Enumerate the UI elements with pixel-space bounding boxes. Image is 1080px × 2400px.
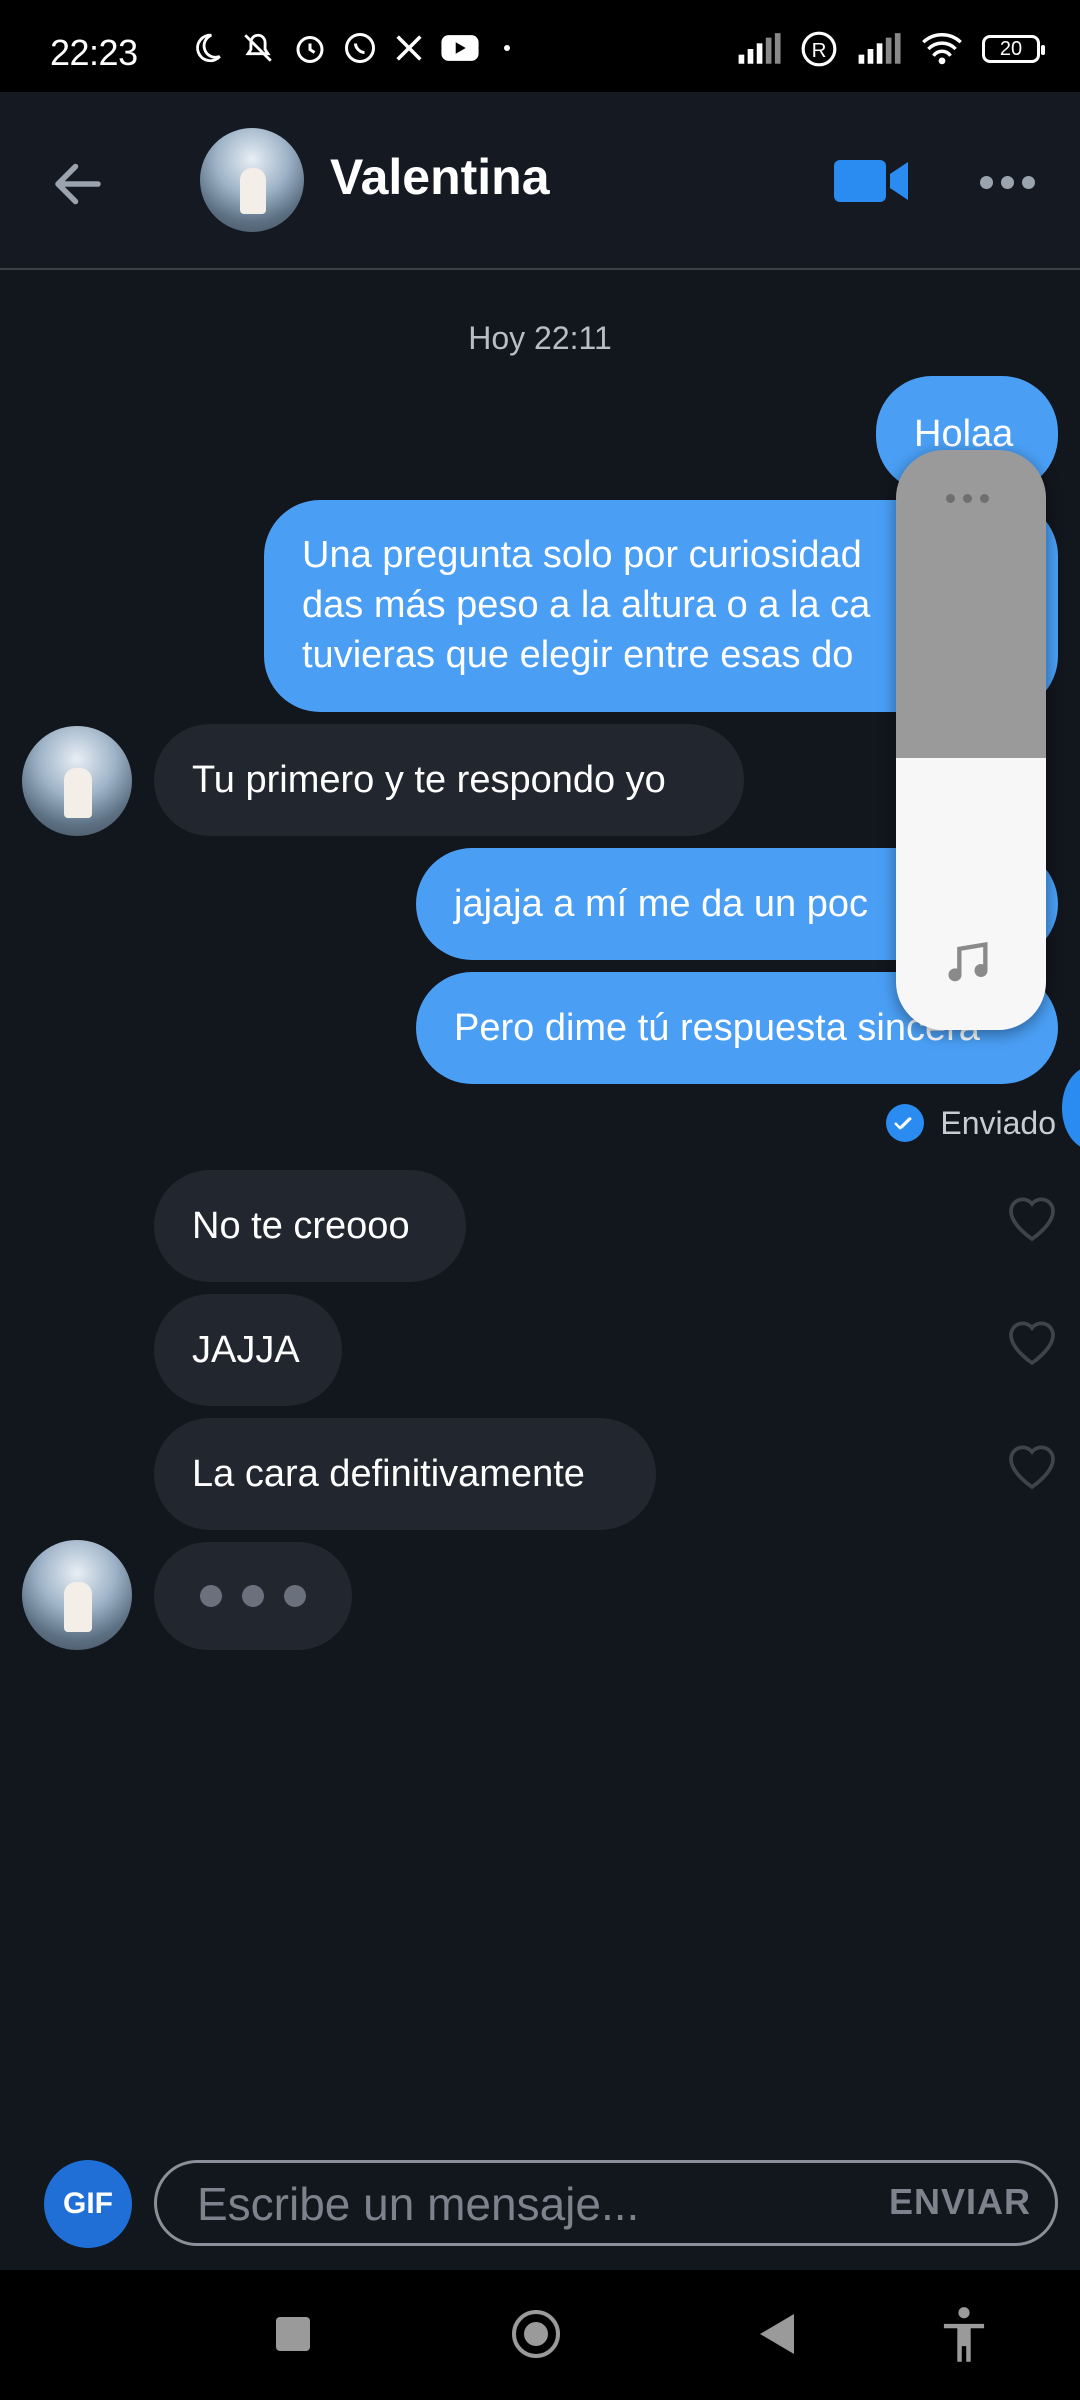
back-button[interactable] [760, 2314, 794, 2354]
message-bubble-incoming[interactable]: JAJJA [154, 1294, 342, 1406]
message-text: La cara definitivamente [192, 1453, 585, 1495]
floating-bubble[interactable] [1062, 1066, 1080, 1150]
heart-icon[interactable] [1004, 1316, 1060, 1368]
youtube-icon [441, 35, 479, 61]
volume-panel[interactable] [896, 450, 1046, 1030]
message-bubble-incoming[interactable]: No te creooo [154, 1170, 466, 1282]
sent-status: Enviado [886, 1104, 1056, 1142]
heart-icon[interactable] [1004, 1192, 1060, 1244]
send-button[interactable]: ENVIAR [889, 2181, 1031, 2223]
sent-check-icon [886, 1104, 925, 1142]
svg-text:R: R [812, 39, 827, 62]
home-button[interactable] [512, 2310, 560, 2358]
alarm-icon [296, 36, 324, 63]
message-text: Tu primero y te respondo yo [192, 759, 666, 801]
contact-avatar[interactable] [200, 128, 304, 232]
contact-avatar-small[interactable] [22, 726, 132, 836]
typing-indicator [154, 1542, 352, 1650]
battery-indicator: 20 [982, 35, 1045, 63]
date-separator: Hoy 22:11 [468, 320, 612, 356]
back-arrow-icon[interactable] [48, 154, 108, 214]
volume-options-icon[interactable] [946, 494, 989, 503]
system-nav-bar [0, 2270, 1080, 2400]
wifi-icon [922, 33, 962, 65]
status-time: 22:23 [50, 32, 138, 73]
message-text: jajaja a mí me da un poc [454, 883, 869, 925]
chat-header: Valentina [0, 92, 1080, 270]
gif-button[interactable]: GIF [44, 2160, 132, 2248]
recents-button[interactable] [276, 2317, 310, 2351]
roaming-icon: R [801, 31, 837, 67]
status-icons-right: R 20 [736, 30, 1045, 68]
accessibility-icon[interactable] [936, 2306, 992, 2364]
x-icon [396, 35, 422, 61]
volume-track-empty[interactable] [896, 450, 1046, 758]
volume-level-fill[interactable] [896, 758, 1046, 1030]
contact-avatar-small[interactable] [22, 1540, 132, 1650]
status-icons-left [190, 30, 510, 66]
signal-icon-2 [858, 33, 901, 64]
message-composer: GIF ENVIAR [0, 2140, 1080, 2270]
whatsapp-icon [345, 33, 375, 63]
message-bubble-incoming[interactable]: La cara definitivamente [154, 1418, 656, 1530]
status-bar: 22:23 R 20 [0, 0, 1080, 92]
mute-icon [244, 33, 272, 62]
dot-indicator [504, 45, 510, 51]
music-note-icon [948, 941, 988, 982]
video-camera-icon[interactable] [834, 158, 910, 204]
message-text: No te creooo [192, 1205, 410, 1247]
message-text: Holaa [914, 413, 1014, 455]
heart-icon[interactable] [1004, 1440, 1060, 1492]
signal-icon [738, 33, 781, 64]
message-input[interactable] [195, 2175, 839, 2233]
contact-name[interactable]: Valentina [330, 148, 550, 206]
moon-icon [196, 33, 221, 63]
sent-status-label: Enviado [940, 1104, 1056, 1141]
message-text: JAJJA [192, 1329, 300, 1371]
message-input-wrapper[interactable]: ENVIAR [154, 2160, 1058, 2246]
message-bubble-incoming[interactable]: Tu primero y te respondo yo [154, 724, 744, 836]
more-options-icon[interactable] [980, 176, 1035, 189]
